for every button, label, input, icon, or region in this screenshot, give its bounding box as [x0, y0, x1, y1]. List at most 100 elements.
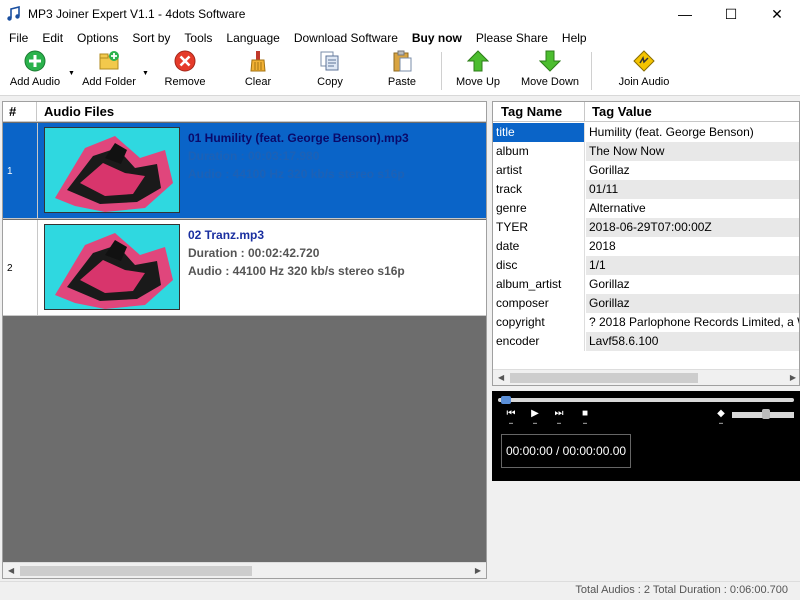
move-down-button[interactable]: Move Down [520, 50, 580, 92]
tag-name-cell[interactable]: title [493, 123, 585, 142]
tag-value-cell[interactable]: The Now Now [586, 142, 799, 161]
tag-row[interactable]: encoder Lavf58.6.100 [493, 332, 799, 351]
tag-value-cell[interactable]: Gorillaz [586, 294, 799, 313]
tag-name-cell[interactable]: date [493, 237, 585, 256]
menu-download-software[interactable]: Download Software [287, 28, 405, 48]
tag-name-cell[interactable]: TYER [493, 218, 585, 237]
minimize-button[interactable]: — [662, 0, 708, 28]
horizontal-scrollbar[interactable]: ◀ ▶ [3, 562, 486, 578]
menu-help[interactable]: Help [555, 28, 594, 48]
stop-button[interactable]: ■ ▬ [576, 408, 594, 428]
tag-row[interactable]: disc 1/1 [493, 256, 799, 275]
file-audio-info: Audio : 44100 Hz 320 kb/s stereo s16p [188, 167, 405, 181]
tag-name-cell[interactable]: genre [493, 199, 585, 218]
scroll-right-icon[interactable]: ▶ [475, 566, 481, 575]
menu-please-share[interactable]: Please Share [469, 28, 555, 48]
toolbar-separator [441, 52, 442, 90]
tag-name-cell[interactable]: track [493, 180, 585, 199]
move-down-label: Move Down [520, 76, 580, 88]
add-folder-dropdown-icon[interactable]: ▼ [142, 70, 149, 77]
tag-row[interactable]: album_artist Gorillaz [493, 275, 799, 294]
tag-row[interactable]: artist Gorillaz [493, 161, 799, 180]
tag-value-cell[interactable]: Alternative [586, 199, 799, 218]
tag-name-cell[interactable]: album_artist [493, 275, 585, 294]
menu-tools[interactable]: Tools [177, 28, 219, 48]
add-audio-button[interactable]: Add Audio [8, 50, 62, 92]
previous-icon: ⏮ [506, 408, 516, 419]
tag-row[interactable]: genre Alternative [493, 199, 799, 218]
close-icon: ✕ [771, 5, 783, 22]
tag-name-cell[interactable]: artist [493, 161, 585, 180]
tag-value-cell[interactable]: Humility (feat. George Benson) [586, 123, 799, 142]
tag-value-cell[interactable]: 1/1 [586, 256, 799, 275]
app-music-icon [7, 6, 20, 21]
clear-button[interactable]: Clear [240, 50, 276, 92]
remove-button[interactable]: Remove [162, 50, 208, 92]
tag-row[interactable]: album The Now Now [493, 142, 799, 161]
add-audio-dropdown-icon[interactable]: ▼ [68, 70, 75, 77]
tag-value-cell[interactable]: 2018-06-29T07:00:00Z [586, 218, 799, 237]
scroll-left-icon[interactable]: ◀ [8, 566, 14, 575]
seek-bar[interactable] [498, 398, 794, 402]
file-row[interactable]: 2 02 Tranz.mp3 Duration : 00:02:42.720 A… [3, 220, 486, 316]
toolbar: Add Audio ▼ Add Folder ▼ Remove Clear Co… [0, 48, 800, 96]
scroll-right-icon[interactable]: ▶ [790, 373, 796, 382]
previous-button[interactable]: ⏮ ▬ [502, 408, 520, 428]
column-header-tag-name[interactable]: Tag Name [493, 102, 585, 122]
tag-value-cell[interactable]: 01/11 [586, 180, 799, 199]
tag-row[interactable]: title Humility (feat. George Benson) [493, 123, 799, 142]
add-audio-label: Add Audio [9, 76, 61, 88]
column-header-audio-files[interactable]: Audio Files [38, 102, 486, 122]
seek-handle[interactable] [500, 396, 511, 404]
audio-files-grid[interactable]: # Audio Files 1 01 Humility (feat. Georg… [2, 101, 487, 579]
tag-name-cell[interactable]: encoder [493, 332, 585, 351]
tag-name-cell[interactable]: copyright [493, 313, 585, 332]
tag-horizontal-scrollbar[interactable]: ◀ ▶ [493, 369, 799, 385]
close-button[interactable]: ✕ [754, 0, 800, 28]
scrollbar-thumb[interactable] [510, 373, 698, 383]
menu-file[interactable]: File [0, 28, 35, 48]
mute-button[interactable]: ◆ ▬ [712, 408, 730, 428]
move-up-button[interactable]: Move Up [454, 50, 502, 92]
add-folder-button[interactable]: Add Folder [82, 50, 136, 92]
menu-language[interactable]: Language [219, 28, 286, 48]
copy-button[interactable]: Copy [312, 50, 348, 92]
stop-icon: ■ [581, 408, 589, 419]
tag-name-cell[interactable]: composer [493, 294, 585, 313]
file-duration: Duration : 00:02:42.720 [188, 246, 320, 260]
tag-value-cell[interactable]: 2018 [586, 237, 799, 256]
next-icon: ⏭ [554, 408, 564, 419]
tag-value-cell[interactable]: Gorillaz [586, 275, 799, 294]
scrollbar-thumb[interactable] [20, 566, 252, 576]
tag-name-cell[interactable]: disc [493, 256, 585, 275]
row-number: 2 [3, 220, 38, 316]
tag-row[interactable]: copyright? 2018 Parlophone Records Limit… [493, 313, 799, 332]
column-header-number[interactable]: # [3, 102, 37, 122]
join-audio-button[interactable]: Join Audio [616, 50, 672, 92]
play-button[interactable]: ▶ ▬ [526, 408, 544, 428]
tag-value-cell[interactable]: Lavf58.6.100 [586, 332, 799, 351]
remove-icon [174, 50, 196, 72]
next-button[interactable]: ⏭ ▬ [550, 408, 568, 428]
tag-row[interactable]: TYER 2018-06-29T07:00:00Z [493, 218, 799, 237]
tag-value-cell[interactable]: ? 2018 Parlophone Records Limited, a War… [586, 313, 799, 332]
tag-row[interactable]: composer Gorillaz [493, 294, 799, 313]
tag-value-cell[interactable]: Gorillaz [586, 161, 799, 180]
menu-buy-now[interactable]: Buy now [405, 28, 469, 48]
arrow-down-icon [539, 50, 561, 72]
file-row[interactable]: 1 01 Humility (feat. George Benson).mp3 … [3, 123, 486, 219]
copy-icon [319, 50, 341, 72]
column-header-tag-value[interactable]: Tag Value [586, 102, 799, 122]
album-art-thumbnail [44, 127, 180, 213]
tag-row[interactable]: date 2018 [493, 237, 799, 256]
tag-name-cell[interactable]: album [493, 142, 585, 161]
menu-options[interactable]: Options [70, 28, 125, 48]
menu-edit[interactable]: Edit [35, 28, 70, 48]
maximize-button[interactable]: ☐ [708, 0, 754, 28]
scroll-left-icon[interactable]: ◀ [498, 373, 504, 382]
paste-button[interactable]: Paste [384, 50, 420, 92]
menu-sort-by[interactable]: Sort by [125, 28, 177, 48]
tag-row[interactable]: track 01/11 [493, 180, 799, 199]
volume-handle[interactable] [762, 409, 771, 419]
tag-grid[interactable]: Tag Name Tag Value title Humility (feat. … [492, 101, 800, 386]
